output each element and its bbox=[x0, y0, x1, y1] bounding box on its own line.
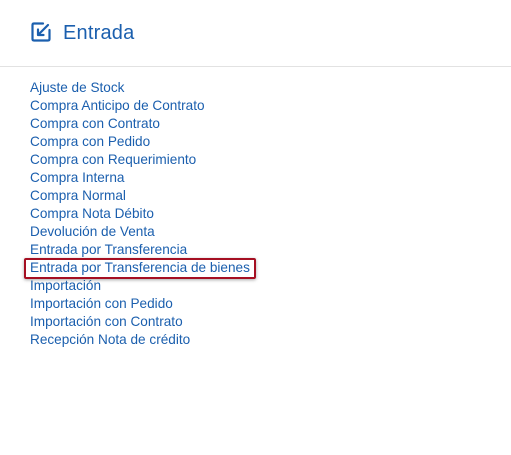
page-header: Entrada bbox=[0, 0, 511, 67]
list-item-entrada-por-transferencia[interactable]: Entrada por Transferencia bbox=[30, 241, 250, 259]
list-item-compra-nota-debito[interactable]: Compra Nota Débito bbox=[30, 205, 250, 223]
list-item-devolucion-de-venta[interactable]: Devolución de Venta bbox=[30, 223, 250, 241]
list-item-compra-anticipo-de-contrato[interactable]: Compra Anticipo de Contrato bbox=[30, 97, 250, 115]
list-item-recepcion-nota-de-credito[interactable]: Recepción Nota de crédito bbox=[30, 331, 250, 349]
list-item-ajuste-de-stock[interactable]: Ajuste de Stock bbox=[30, 79, 250, 97]
list-item-entrada-por-transferencia-de-bienes[interactable]: Entrada por Transferencia de bienes bbox=[24, 258, 256, 279]
list-item-importacion-con-pedido[interactable]: Importación con Pedido bbox=[30, 295, 250, 313]
list-item-compra-interna[interactable]: Compra Interna bbox=[30, 169, 250, 187]
page: Entrada Ajuste de Stock Compra Anticipo … bbox=[0, 0, 511, 455]
entry-type-list: Ajuste de Stock Compra Anticipo de Contr… bbox=[24, 79, 256, 349]
list-item-importacion-con-contrato[interactable]: Importación con Contrato bbox=[30, 313, 250, 331]
edit-arrow-in-icon bbox=[30, 21, 52, 43]
list-item-compra-con-pedido[interactable]: Compra con Pedido bbox=[30, 133, 250, 151]
list-item-compra-con-requerimiento[interactable]: Compra con Requerimiento bbox=[30, 151, 250, 169]
list-item-compra-normal[interactable]: Compra Normal bbox=[30, 187, 250, 205]
list-item-importacion[interactable]: Importación bbox=[30, 277, 250, 295]
list-item-compra-con-contrato[interactable]: Compra con Contrato bbox=[30, 115, 250, 133]
page-title: Entrada bbox=[63, 22, 135, 44]
